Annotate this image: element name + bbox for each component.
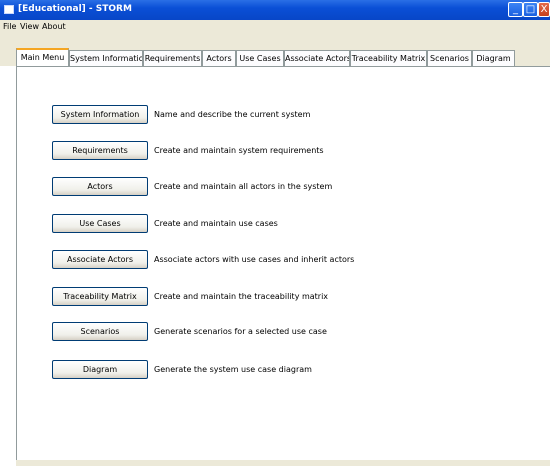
- menu-row-traceability-matrix: Traceability Matrix Create and maintain …: [36, 287, 476, 307]
- menu-row-requirements: Requirements Create and maintain system …: [36, 141, 476, 161]
- use-cases-description: Create and maintain use cases: [154, 219, 278, 228]
- diagram-description: Generate the system use case diagram: [154, 365, 312, 374]
- tab-main-menu[interactable]: Main Menu: [16, 48, 69, 66]
- traceability-matrix-button[interactable]: Traceability Matrix: [52, 287, 148, 306]
- tab-diagram[interactable]: Diagram: [472, 50, 515, 66]
- use-cases-button[interactable]: Use Cases: [52, 214, 148, 233]
- system-information-description: Name and describe the current system: [154, 110, 311, 119]
- tab-actors[interactable]: Actors: [202, 50, 236, 66]
- tab-strip: Main Menu System Information Requirement…: [0, 48, 550, 66]
- tab-use-cases[interactable]: Use Cases: [236, 50, 284, 66]
- menu-row-scenarios: Scenarios Generate scenarios for a selec…: [36, 322, 476, 342]
- tab-system-information[interactable]: System Information: [69, 50, 143, 66]
- menu-file[interactable]: File: [3, 22, 16, 31]
- actors-button[interactable]: Actors: [52, 177, 148, 196]
- menu-about[interactable]: About: [42, 22, 66, 31]
- close-button[interactable]: X: [538, 2, 550, 17]
- diagram-button[interactable]: Diagram: [52, 360, 148, 379]
- menu-row-actors: Actors Create and maintain all actors in…: [36, 177, 476, 197]
- requirements-button[interactable]: Requirements: [52, 141, 148, 160]
- tab-scenarios[interactable]: Scenarios: [427, 50, 472, 66]
- title-bar[interactable]: [Educational] - STORM _ □ X: [0, 0, 550, 20]
- menu-row-associate-actors: Associate Actors Associate actors with u…: [36, 250, 476, 270]
- tab-associate-actors[interactable]: Associate Actors: [284, 50, 350, 66]
- associate-actors-button[interactable]: Associate Actors: [52, 250, 148, 269]
- associate-actors-description: Associate actors with use cases and inhe…: [154, 255, 355, 264]
- system-information-button[interactable]: System Information: [52, 105, 148, 124]
- scenarios-button[interactable]: Scenarios: [52, 322, 148, 341]
- traceability-matrix-description: Create and maintain the traceability mat…: [154, 292, 329, 301]
- minimize-button[interactable]: _: [508, 2, 523, 17]
- tab-requirements[interactable]: Requirements: [143, 50, 202, 66]
- requirements-description: Create and maintain system requirements: [154, 146, 324, 155]
- status-strip: [16, 460, 550, 466]
- actors-description: Create and maintain all actors in the sy…: [154, 182, 333, 191]
- menu-row-diagram: Diagram Generate the system use case dia…: [36, 360, 476, 380]
- maximize-button[interactable]: □: [523, 2, 538, 17]
- menu-row-system-information: System Information Name and describe the…: [36, 105, 476, 125]
- menu-bar: File View About: [0, 20, 550, 32]
- scenarios-description: Generate scenarios for a selected use ca…: [154, 327, 327, 336]
- left-margin: [0, 66, 16, 466]
- tab-traceability-matrix[interactable]: Traceability Matrix: [350, 50, 427, 66]
- menu-view[interactable]: View: [20, 22, 39, 31]
- menu-row-use-cases: Use Cases Create and maintain use cases: [36, 214, 476, 234]
- window-title: [Educational] - STORM: [18, 4, 132, 14]
- app-icon: [4, 5, 14, 14]
